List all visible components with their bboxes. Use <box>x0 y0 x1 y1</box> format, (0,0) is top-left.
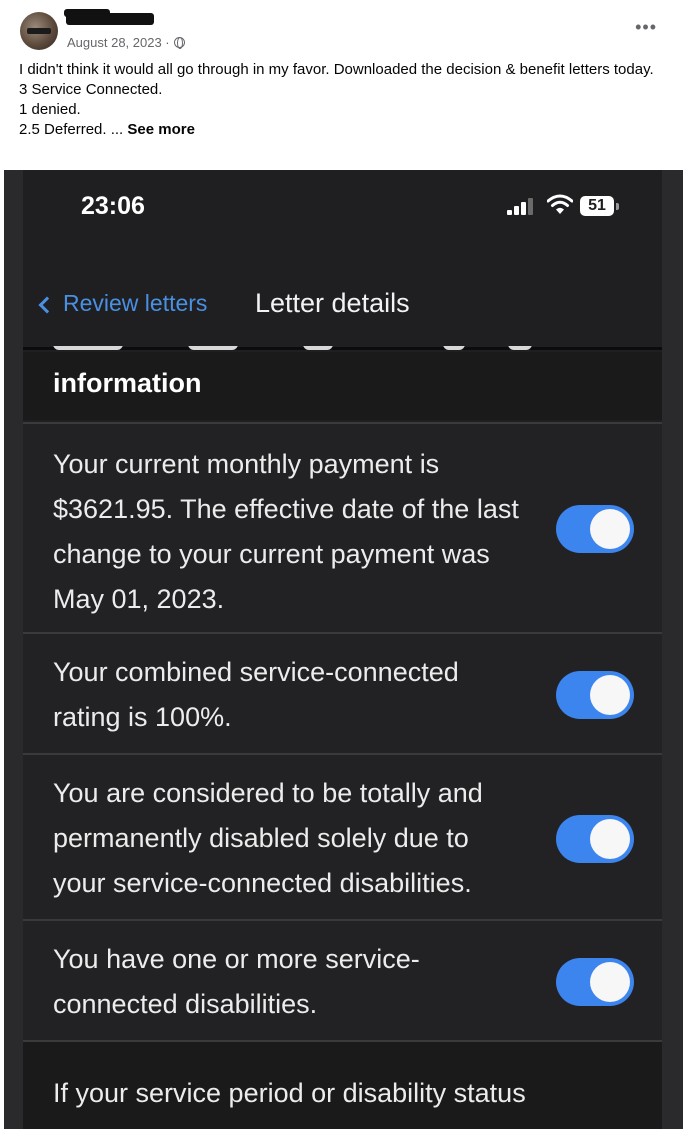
include-toggle[interactable] <box>556 505 634 553</box>
post-line: 3 Service Connected. <box>19 81 163 98</box>
post-date-line: August 28, 2023 · <box>67 35 185 50</box>
include-toggle[interactable] <box>556 671 634 719</box>
include-toggle[interactable] <box>556 958 634 1006</box>
navigation-bar: Review letters Letter details <box>23 270 662 350</box>
back-button-label: Review letters <box>63 290 208 316</box>
list-item-text: Your current monthly payment is $3621.95… <box>53 449 519 614</box>
avatar[interactable] <box>20 12 58 50</box>
see-more-link[interactable]: See more <box>127 121 195 138</box>
post-line: 1 denied. <box>19 101 81 118</box>
list-item: Your current monthly payment is $3621.95… <box>23 422 662 632</box>
facebook-post-header: August 28, 2023 · ••• I didn't think it … <box>0 0 687 172</box>
attached-screenshot: 23:06 51 Review letters Letter details i… <box>4 170 683 1129</box>
chevron-left-icon <box>38 296 56 313</box>
letter-info-list: Your current monthly payment is $3621.95… <box>23 422 662 1040</box>
list-item: You have one or more service-connected d… <box>23 919 662 1040</box>
post-date[interactable]: August 28, 2023 · <box>67 35 170 50</box>
status-time: 23:06 <box>81 192 145 220</box>
post-text: I didn't think it would all go through i… <box>19 60 659 140</box>
battery-icon: 51 <box>580 196 620 216</box>
info-footer: If your service period or disability sta… <box>23 1040 662 1129</box>
phone-screen: 23:06 51 Review letters Letter details i… <box>23 170 662 1129</box>
list-item-text: Your combined service-connected rating i… <box>53 657 459 732</box>
signal-icon <box>507 197 537 215</box>
battery-level: 51 <box>580 196 614 216</box>
more-options-icon[interactable]: ••• <box>635 18 657 36</box>
post-line: I didn't think it would all go through i… <box>19 61 654 78</box>
post-last-line: 2.5 Deferred. ... <box>19 121 124 138</box>
redacted-author-name[interactable] <box>64 9 154 25</box>
status-bar: 23:06 51 <box>23 170 662 250</box>
list-item: You are considered to be totally and per… <box>23 753 662 919</box>
globe-icon <box>173 37 185 49</box>
include-toggle[interactable] <box>556 815 634 863</box>
list-item: Your combined service-connected rating i… <box>23 632 662 753</box>
page-title: Letter details <box>255 288 410 318</box>
section-title: information <box>53 368 202 398</box>
list-item-text: You have one or more service-connected d… <box>53 944 420 1019</box>
back-button[interactable]: Review letters <box>38 290 208 317</box>
clipped-heading-text <box>53 346 533 358</box>
footer-text: If your service period or disability sta… <box>53 1078 526 1108</box>
post-line-last: 2.5 Deferred. ... See more <box>19 120 659 140</box>
list-item-text: You are considered to be totally and per… <box>53 778 483 898</box>
wifi-icon <box>546 194 574 216</box>
section-header: information <box>23 346 662 420</box>
